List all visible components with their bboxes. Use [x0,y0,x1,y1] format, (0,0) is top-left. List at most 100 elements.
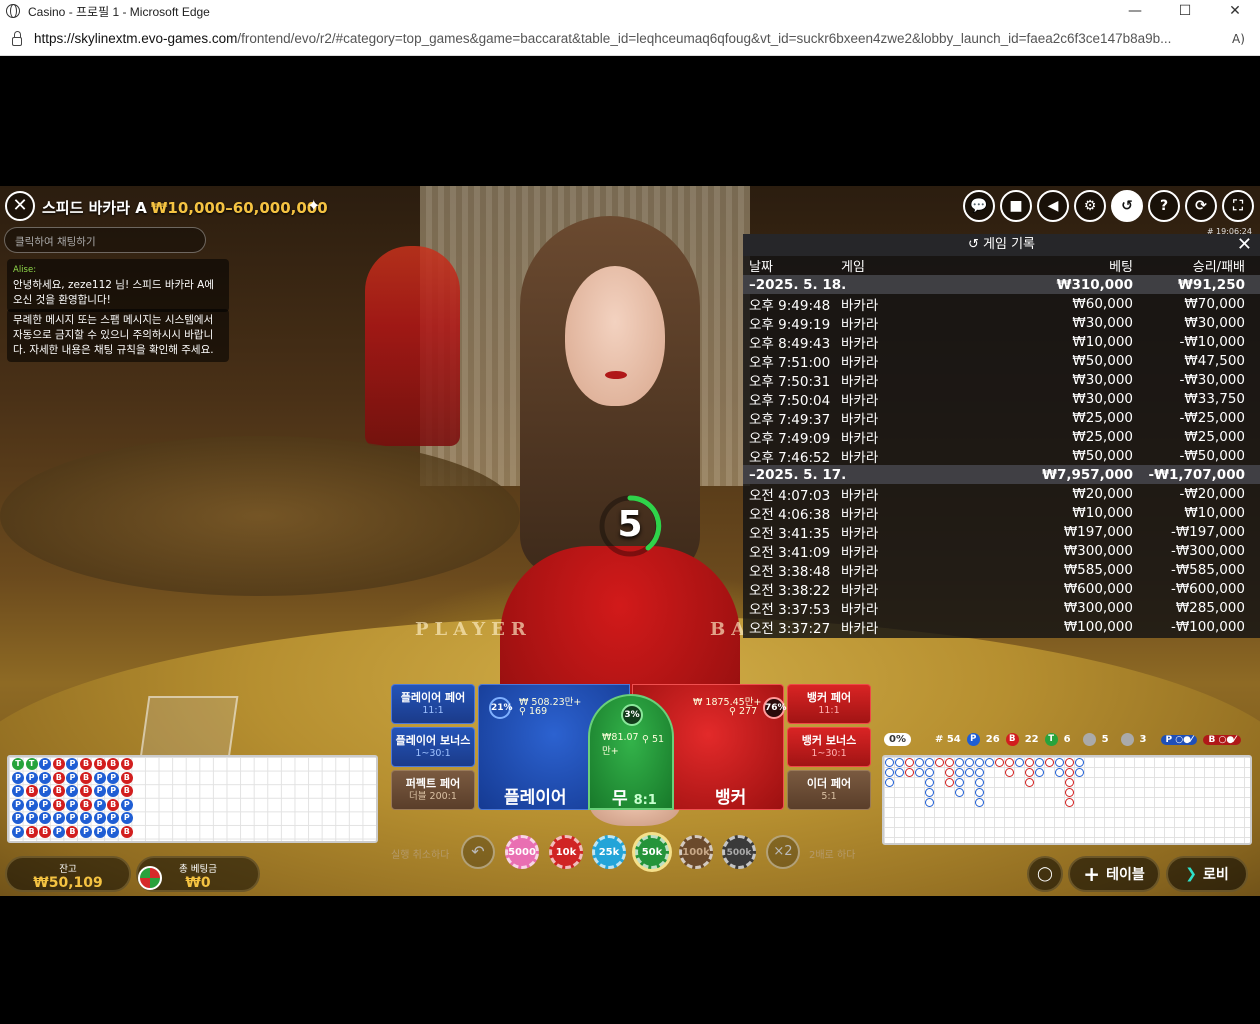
history-game: 바카라 [841,506,879,523]
double-label: 2배로 하다 [809,850,856,861]
history-game: 바카라 [841,354,879,371]
countdown-number: 5 [617,504,643,545]
round-number: # 54 [934,734,961,745]
road-player-ring [925,758,934,767]
bead-b: B [52,785,65,798]
maximize-button[interactable]: ☐ [1160,3,1210,19]
road-player-ring [965,758,974,767]
bead-b: B [66,826,79,838]
chip-500k[interactable]: 500k [722,835,756,869]
read-aloud-icon[interactable]: A) [1232,32,1260,46]
banker-pair-bet[interactable]: 뱅커 페어 11:1 [787,684,871,724]
col-date: 날짜 [749,260,773,275]
history-day-row[interactable]: –2025. 5. 18. ₩310,000 ₩91,250 [743,275,1260,294]
history-date: 오후 7:51:00 [749,354,831,371]
history-result: -₩10,000 [1179,333,1245,350]
close-window-button[interactable]: ✕ [1210,3,1260,19]
sound-icon[interactable]: ◀ [1037,190,1069,222]
col-game: 게임 [841,260,865,275]
road-player-ring [965,768,974,777]
perfect-pair-bet[interactable]: 퍼펙트 페어 더블 200:1 [391,770,475,810]
history-row: 오전 3:38:48 바카라 ₩585,000 -₩585,000 [743,560,1260,580]
history-game: 바카라 [841,297,879,314]
history-date: 오후 8:49:43 [749,335,831,352]
double-button[interactable]: ×2 [766,835,800,869]
chip-10k[interactable]: 10k [549,835,583,869]
history-result: -₩100,000 [1170,618,1245,635]
history-result: ₩285,000 [1175,599,1245,616]
chat-author: Alise: [13,265,37,275]
fullscreen-icon[interactable]: ⛶ [1222,190,1254,222]
banker-predict-icon[interactable]: B ○●⁄ [1203,734,1241,745]
address-bar[interactable]: https://skylinextm.evo-games.com/fronten… [0,22,1260,56]
history-day-row[interactable]: –2025. 5. 17. ₩7,957,000 -₩1,707,000 [743,465,1260,484]
bead-p: P [107,771,120,784]
chip-25k[interactable]: 25k [592,835,626,869]
history-row: 오후 7:50:04 바카라 ₩30,000 ₩33,750 [743,389,1260,409]
banker-percent: 76% [763,697,787,719]
chat-icon[interactable]: 💬 [963,190,995,222]
history-bet: ₩25,000 [1072,428,1133,445]
player-predict-icon[interactable]: P ○●⁄ [1160,734,1198,745]
tie-count: ⚲ 51 [642,734,665,745]
history-row: 오후 8:49:43 바카라 ₩10,000 -₩10,000 [743,332,1260,352]
banker-bonus-bet[interactable]: 뱅커 보너스 1~30:1 [787,727,871,767]
history-result: -₩25,000 [1179,409,1245,426]
history-date: 오후 9:49:48 [749,297,831,314]
rotate-icon[interactable]: ⟳ [1185,190,1217,222]
road-player-ring [975,778,984,787]
player-bonus-bet[interactable]: 플레이어 보너스 1~30:1 [391,727,475,767]
road-banker-ring [995,758,1004,767]
road-player-ring [925,778,934,787]
shoe-progress: 0% [884,733,911,746]
history-date: 오후 7:50:31 [749,373,831,390]
either-pair-bet[interactable]: 이더 페어 5:1 [787,770,871,810]
bead-p: P [107,812,120,825]
bead-t: T [12,758,24,770]
tie-label: 무 8:1 [612,789,657,809]
title-bar: Casino - 프로필 1 - Microsoft Edge — ☐ ✕ [0,0,1260,22]
bead-b: B [52,771,65,784]
history-bet: ₩100,000 [1063,618,1133,635]
history-result: -₩585,000 [1170,561,1245,578]
lobby-button[interactable]: ❯ 로비 [1166,856,1248,892]
history-game: 바카라 [841,620,879,637]
chip-100k[interactable]: 100k [679,835,713,869]
close-icon[interactable]: ✕ [1237,234,1252,256]
tie-bet[interactable]: 3% ₩81.07만+ ⚲ 51 무 8:1 [588,694,674,810]
bead-p: P [93,798,106,811]
chip-50k-selected[interactable]: 50k [635,835,669,869]
history-row: 오전 3:37:27 바카라 ₩100,000 -₩100,000 [743,617,1260,637]
road-player-ring [925,798,934,807]
history-icon[interactable]: ↺ [1111,190,1143,222]
banker-pair-count: 3 [1139,734,1147,745]
bead-p: P [93,812,106,825]
road-banker-ring [945,758,954,767]
minimize-button[interactable]: — [1110,3,1160,19]
table-button[interactable]: + 테이블 [1068,856,1160,892]
help-icon[interactable]: ? [1148,190,1180,222]
url-text[interactable]: https://skylinextm.evo-games.com/fronten… [34,31,1232,46]
history-row: 오전 3:41:35 바카라 ₩197,000 -₩197,000 [743,522,1260,542]
video-icon[interactable]: ■ [1000,190,1032,222]
history-date: 오전 3:38:22 [749,582,831,599]
balance-value: ₩50,109 [33,875,103,891]
road-banker-ring [935,758,944,767]
chat-input[interactable]: 클릭하여 채팅하기 [4,227,206,253]
settings-icon[interactable]: ⚙ [1074,190,1106,222]
bead-p: P [66,812,79,825]
road-banker-ring [1005,758,1014,767]
bead-p: P [52,812,65,825]
road-banker-ring [1065,758,1074,767]
bead-b: B [52,798,65,811]
close-icon[interactable]: ✕ [5,191,35,221]
history-bet: ₩310,000 [1056,276,1133,293]
window-title: Casino - 프로필 1 - Microsoft Edge [28,4,210,19]
pin-icon[interactable]: ✦ [307,196,320,215]
table-text-player: PLAYER [415,619,532,640]
undo-icon[interactable]: ↶ [461,835,495,869]
banker-pair-stat-icon [1120,733,1134,746]
player-pair-bet[interactable]: 플레이어 페어 11:1 [391,684,475,724]
game-menu-icon[interactable]: ◯ [1027,856,1063,892]
chip-5000[interactable]: 5000 [505,835,539,869]
